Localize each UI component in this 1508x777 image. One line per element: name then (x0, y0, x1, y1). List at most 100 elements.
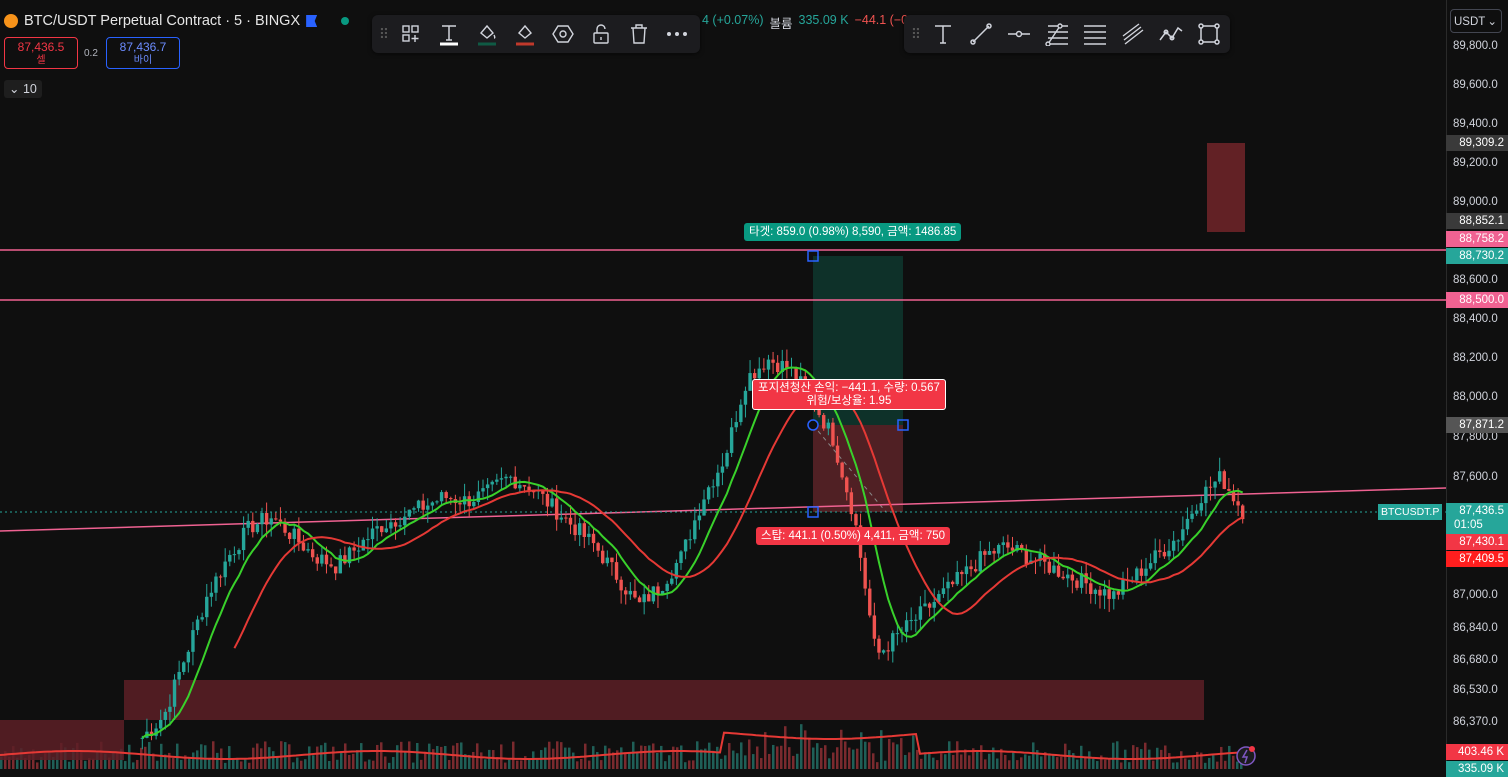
volume-bar (536, 758, 539, 769)
chevron-down-icon: ⌄ (9, 82, 23, 96)
volume-bar (356, 750, 359, 769)
drag-grip-icon[interactable]: ⠿ (908, 26, 924, 43)
candle-body (490, 481, 494, 485)
volume-bar (1004, 754, 1007, 769)
buy-button[interactable]: 87,436.7 바이 (106, 37, 180, 69)
text-tool-icon[interactable] (430, 15, 468, 53)
fib-retracement-icon[interactable] (1038, 15, 1076, 53)
symbol-title: BTC/USDT Perpetual Contract · 5 · BINGX (24, 13, 301, 29)
volume-bar (408, 741, 411, 769)
candle-body (481, 488, 485, 492)
handle-entry-left[interactable] (807, 419, 819, 431)
candle-body (205, 596, 209, 618)
price-label-zone-bottom: 88,852.1 (1446, 213, 1508, 229)
settings-icon[interactable] (544, 15, 582, 53)
volume-bar (956, 741, 959, 769)
line-color-icon[interactable] (506, 15, 544, 53)
volume-bar (752, 754, 755, 769)
candle-body (274, 518, 278, 520)
pnl-label[interactable]: 포지션청산 손익: −441.1, 수량: 0.567 위험/보상율: 1.95 (752, 379, 946, 410)
parallel-lines-icon[interactable] (1076, 15, 1114, 53)
buy-label: 바이 (133, 55, 153, 66)
volume-bar (1152, 760, 1155, 769)
path-icon[interactable] (1152, 15, 1190, 53)
chart-canvas[interactable] (0, 0, 1446, 769)
candle-body (333, 566, 338, 574)
candle-body (1217, 471, 1222, 482)
candle-body (1236, 501, 1240, 506)
volume-bar (572, 752, 575, 769)
candle-body (637, 597, 642, 603)
sell-button[interactable]: 87,436.5 셀 (4, 37, 78, 69)
candle-body (218, 576, 223, 578)
candle-body (996, 545, 1001, 554)
stop-label[interactable]: 스탑: 441.1 (0.50%) 4,411, 금액: 750 (756, 527, 951, 545)
price-axis[interactable]: 89,800.0 89,600.0 89,400.0 89,200.0 89,0… (1446, 0, 1508, 769)
volume-bar (1008, 760, 1011, 769)
symbol-header[interactable]: BTC/USDT Perpetual Contract · 5 · BINGX (4, 10, 350, 32)
trend-line-icon[interactable] (962, 15, 1000, 53)
delete-icon[interactable] (620, 15, 658, 53)
add-template-icon[interactable] (392, 15, 430, 53)
support-zones (0, 143, 1245, 760)
volume-bar (500, 744, 503, 769)
volume-bar (692, 760, 695, 769)
candle-body (932, 601, 936, 608)
volume-bar (784, 726, 787, 769)
volume-bar (1016, 760, 1019, 769)
more-icon[interactable] (658, 15, 696, 53)
flag-icon[interactable] (306, 15, 318, 27)
text-icon[interactable] (924, 15, 962, 53)
volume-bar (1196, 751, 1199, 769)
candle-body (693, 520, 697, 540)
candle-body (472, 502, 476, 507)
volume-bar (844, 741, 847, 769)
candle-body (969, 566, 973, 570)
candle-body (439, 492, 444, 502)
demand-zone-main[interactable] (124, 680, 1204, 720)
volume-bar (1180, 751, 1183, 769)
price-tick: 87,600.0 (1453, 471, 1498, 483)
price-tick: 89,200.0 (1453, 157, 1498, 169)
candle-body (927, 603, 932, 608)
trend-line[interactable] (0, 487, 1446, 532)
rectangle-icon[interactable] (1190, 15, 1228, 53)
candle-body (886, 650, 890, 652)
candle-body (771, 359, 775, 363)
bar-countdown: 01:05 (1454, 519, 1483, 531)
volume-bar (660, 745, 663, 769)
volume-bar (1032, 742, 1035, 769)
volume-bar (928, 751, 931, 769)
currency-select[interactable]: USDT ⌄ (1450, 9, 1502, 33)
volume-bar (396, 745, 399, 769)
volume-bar (480, 752, 483, 769)
drag-grip-icon[interactable]: ⠿ (376, 26, 392, 43)
last-price: 87,436.5 (1459, 505, 1504, 517)
target-label[interactable]: 타겟: 859.0 (0.98%) 8,590, 금액: 1486.85 (744, 223, 962, 241)
volume-bar (316, 746, 319, 769)
candle-body (904, 620, 909, 632)
channel-icon[interactable] (1114, 15, 1152, 53)
volume-bar (276, 757, 279, 769)
fill-color-icon[interactable] (468, 15, 506, 53)
candle-body (1112, 591, 1116, 599)
unlock-icon[interactable] (582, 15, 620, 53)
volume-bar (280, 741, 283, 769)
candle-body (1001, 542, 1005, 546)
volume-bar (68, 761, 71, 769)
alert-icon[interactable] (1236, 746, 1256, 766)
volume-bar (1028, 755, 1031, 769)
volume-bar (424, 751, 427, 769)
volume-bar (216, 752, 219, 769)
volume-bar (1084, 756, 1087, 769)
candle-body (656, 586, 660, 594)
candle-body (251, 520, 255, 533)
candle-body (1102, 589, 1107, 596)
price-label-zone-top: 89,309.2 (1446, 135, 1508, 151)
volume-bar (1056, 757, 1059, 769)
interval-toggle[interactable]: ⌄ 10 (4, 80, 42, 98)
horizontal-ray-icon[interactable] (1000, 15, 1038, 53)
supply-zone-right[interactable] (1207, 143, 1245, 232)
volume-bar (1096, 761, 1099, 769)
candle-body (591, 533, 596, 544)
